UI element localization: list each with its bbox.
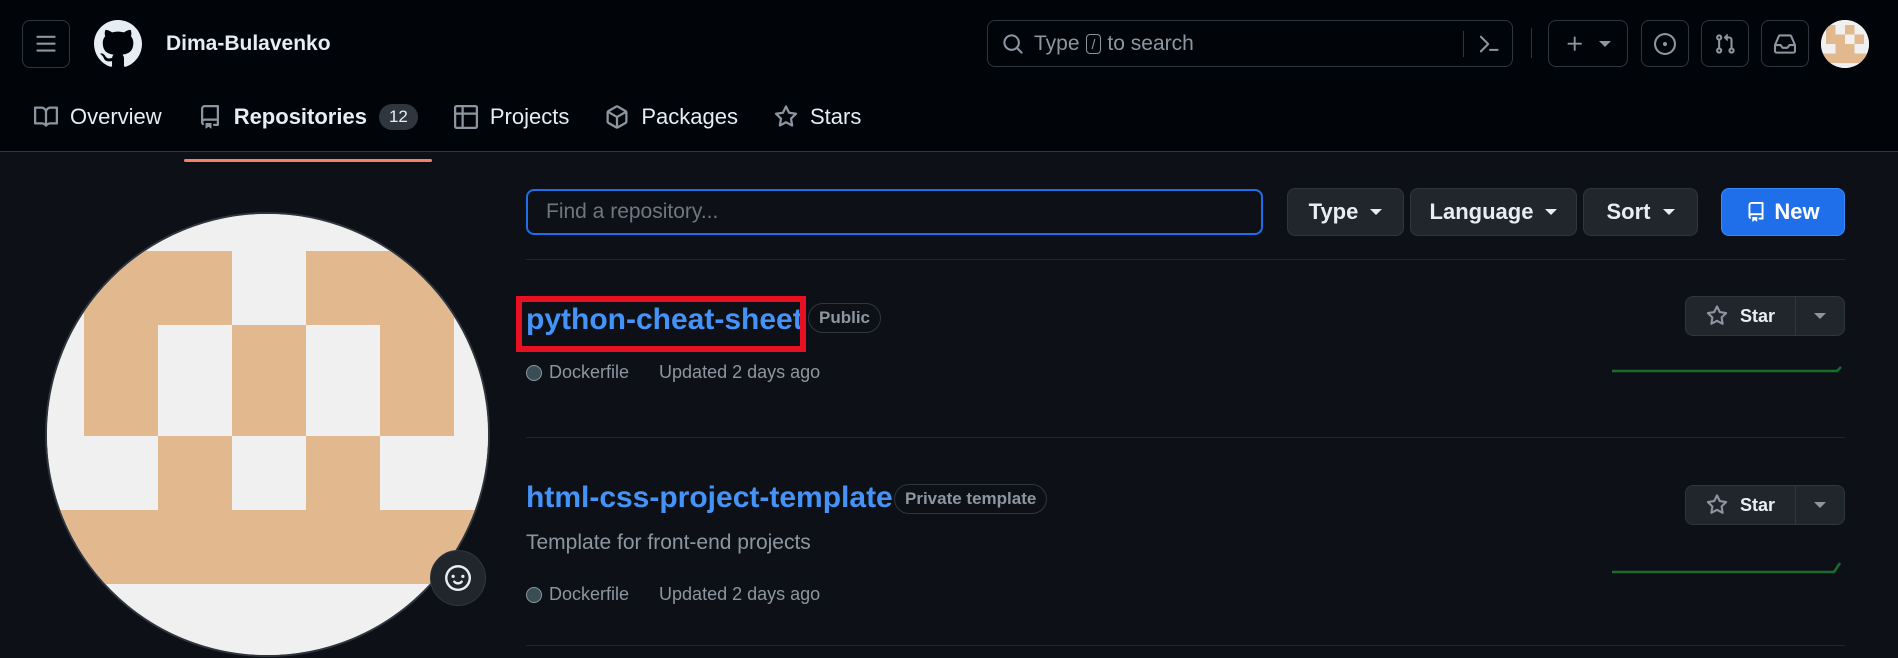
table-icon <box>453 105 478 129</box>
plus-icon <box>1567 36 1582 51</box>
inbox-icon <box>1774 33 1796 54</box>
language-filter-label: Language <box>1429 199 1534 224</box>
star-icon <box>1706 494 1728 514</box>
repo-description: Template for front-end projects <box>526 531 811 554</box>
repositories-count-badge: 12 <box>378 104 418 130</box>
language-color-dot <box>526 364 542 381</box>
chevron-down-icon <box>1814 313 1826 319</box>
divider <box>526 645 1845 646</box>
star-button[interactable]: Star <box>1686 486 1796 524</box>
highlight-box <box>516 296 806 352</box>
activity-sparkline <box>1612 366 1842 373</box>
pull-requests-button[interactable] <box>1701 20 1749 67</box>
star-list-dropdown[interactable] <box>1796 486 1844 524</box>
star-label: Star <box>1739 305 1775 326</box>
chevron-down-icon <box>1599 40 1611 47</box>
notifications-inbox-button[interactable] <box>1761 20 1809 67</box>
hamburger-icon <box>36 35 56 52</box>
divider <box>526 259 1845 260</box>
sort-button[interactable]: Sort <box>1583 188 1698 236</box>
tab-repositories[interactable]: Repositories 12 <box>183 98 433 162</box>
app-header: Dima-Bulavenko Type / to search Overview… <box>0 0 1898 162</box>
repo-updated: Updated 2 days ago <box>659 584 821 604</box>
tab-packages-label: Packages <box>641 104 738 129</box>
chevron-down-icon <box>1545 209 1558 215</box>
repo-updated: Updated 2 days ago <box>659 362 821 382</box>
star-label: Star <box>1739 494 1775 515</box>
repo-name-link[interactable]: html-css-project-template <box>526 481 893 515</box>
new-button-label: New <box>1774 199 1820 224</box>
repo-language: Dockerfile <box>549 584 630 604</box>
type-filter-button[interactable]: Type <box>1287 188 1404 236</box>
search-divider <box>1463 31 1464 57</box>
global-search-input[interactable]: Type / to search <box>987 20 1513 67</box>
star-list-dropdown[interactable] <box>1796 297 1844 335</box>
visibility-badge: Private template <box>894 484 1048 514</box>
star-button-group: Star <box>1685 296 1845 336</box>
chevron-down-icon <box>1814 502 1826 508</box>
divider <box>526 437 1845 438</box>
issue-opened-icon <box>1654 32 1676 55</box>
tab-projects-label: Projects <box>489 104 570 129</box>
package-icon <box>606 105 628 129</box>
profile-avatar[interactable] <box>45 212 490 657</box>
identicon-avatar <box>1821 20 1869 68</box>
language-color-dot <box>526 586 542 603</box>
search-shortcut-key: / <box>1085 33 1102 54</box>
star-icon <box>774 105 798 127</box>
repo-meta: Dockerfile Updated 2 days ago <box>526 584 820 605</box>
tab-overview-label: Overview <box>70 104 162 129</box>
tab-overview[interactable]: Overview <box>22 98 174 136</box>
chevron-down-icon <box>1370 209 1383 215</box>
create-new-button[interactable] <box>1548 20 1628 67</box>
tab-packages[interactable]: Packages <box>593 98 750 136</box>
new-repository-button[interactable]: New <box>1721 188 1845 236</box>
github-logo-icon[interactable] <box>94 20 142 68</box>
search-icon <box>1003 33 1023 54</box>
star-icon <box>1706 305 1728 325</box>
activity-sparkline <box>1612 562 1842 574</box>
find-repository-input[interactable] <box>526 189 1263 235</box>
repo-language: Dockerfile <box>549 362 630 382</box>
git-pull-request-icon <box>1716 33 1735 54</box>
hamburger-menu-button[interactable] <box>22 20 70 68</box>
book-icon <box>34 106 58 127</box>
command-palette-icon[interactable] <box>1478 33 1500 55</box>
star-button-group: Star <box>1685 485 1845 525</box>
sort-label: Sort <box>1606 199 1651 224</box>
user-avatar-button[interactable] <box>1821 20 1869 68</box>
language-filter-button[interactable]: Language <box>1410 188 1577 236</box>
profile-username-link[interactable]: Dima-Bulavenko <box>166 32 331 56</box>
type-filter-label: Type <box>1308 199 1359 224</box>
visibility-badge: Public <box>808 303 882 333</box>
tab-stars-label: Stars <box>809 104 862 129</box>
search-placeholder-prefix: Type <box>1034 31 1080 55</box>
repo-meta: Dockerfile Updated 2 days ago <box>526 362 820 383</box>
repo-icon <box>1748 202 1764 222</box>
tab-stars[interactable]: Stars <box>762 98 873 136</box>
tab-repositories-label: Repositories <box>233 104 367 129</box>
set-status-button[interactable] <box>430 550 486 606</box>
chevron-down-icon <box>1662 209 1675 215</box>
smiley-icon <box>445 565 471 591</box>
identicon-avatar-large <box>47 214 488 655</box>
search-placeholder-suffix: to search <box>1107 31 1194 55</box>
header-divider <box>1531 28 1532 58</box>
repo-icon <box>200 105 219 129</box>
issues-button[interactable] <box>1641 20 1689 67</box>
tab-projects[interactable]: Projects <box>442 98 581 136</box>
profile-nav: Overview Repositories 12 Projects Packag… <box>22 98 885 162</box>
star-button[interactable]: Star <box>1686 297 1796 335</box>
